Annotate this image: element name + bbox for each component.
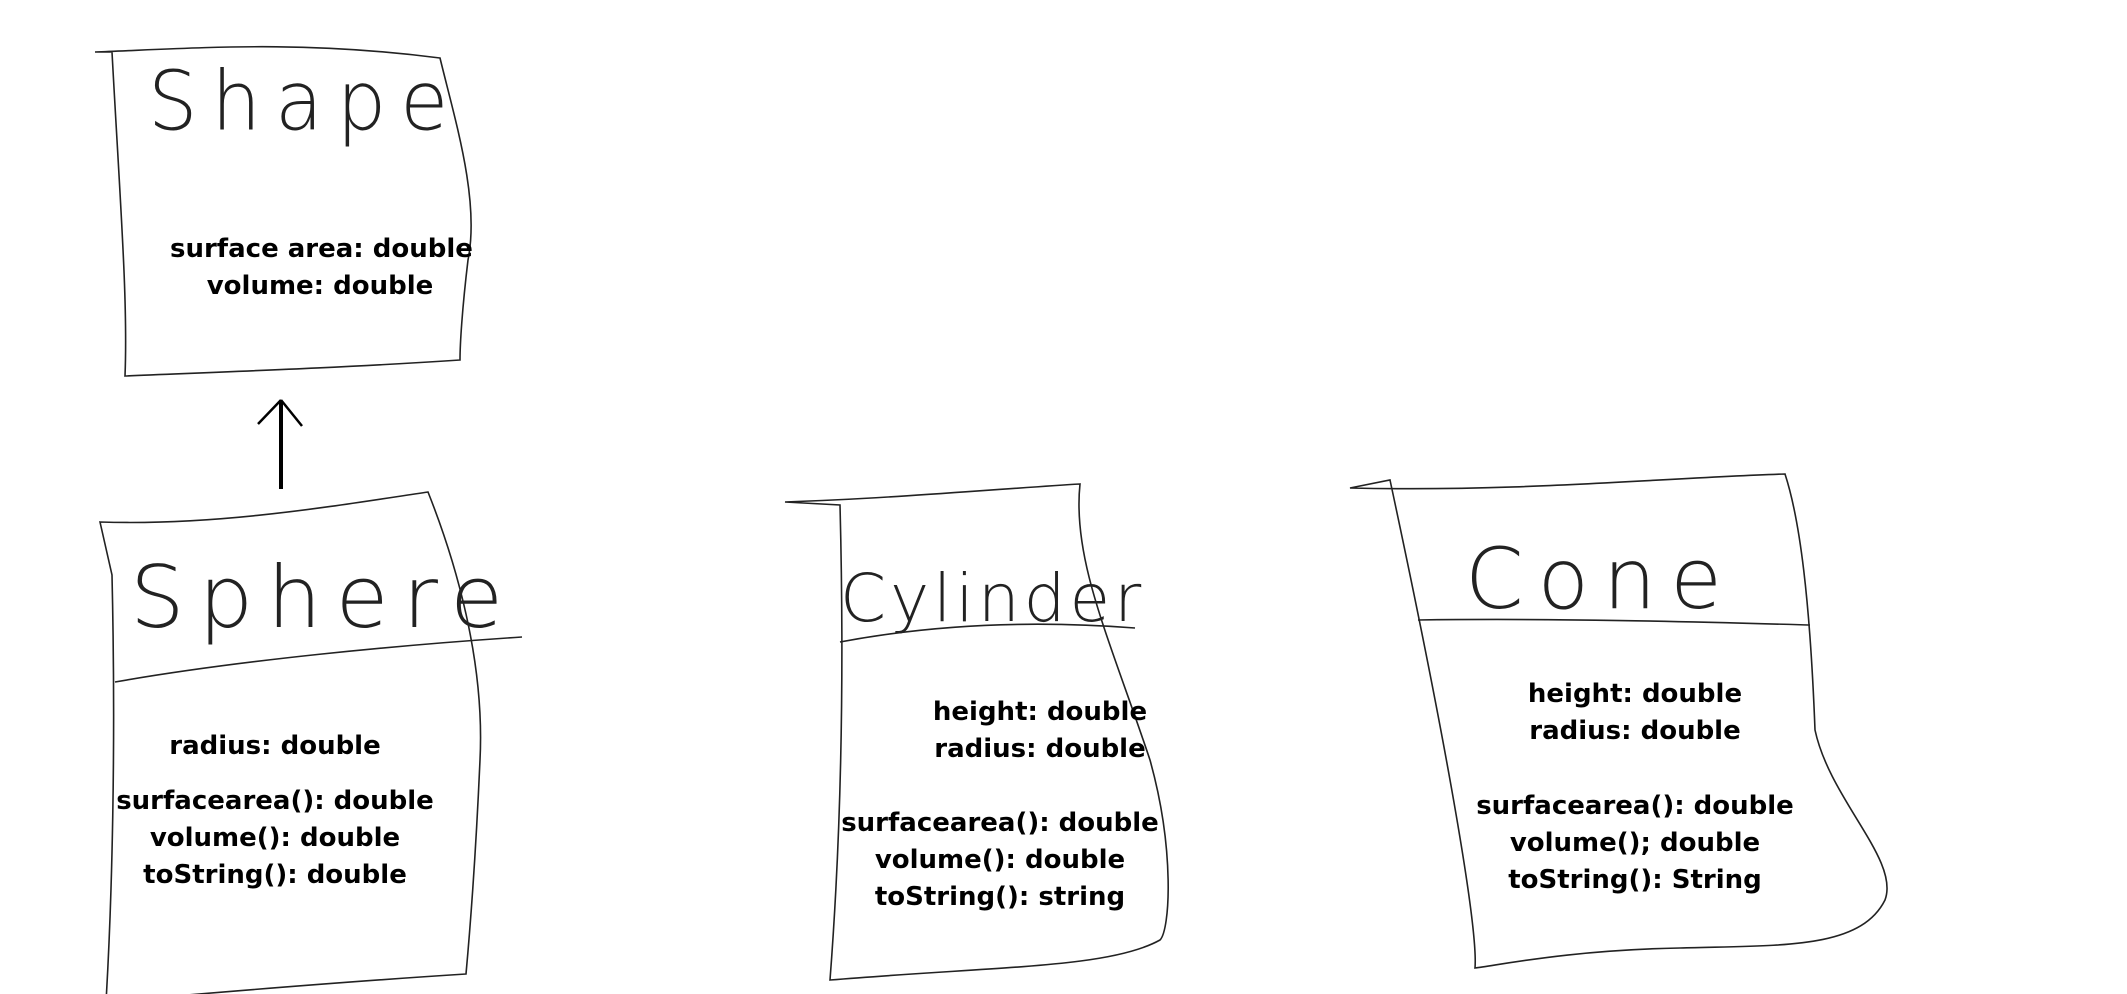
cylinder-attr-radius: radius: double (934, 734, 1146, 764)
inheritance-arrow (257, 399, 303, 489)
cylinder-method-volume: volume(): double (874, 845, 1126, 875)
cone-attr-height: height: double (1527, 679, 1743, 709)
sphere-method-tostring: toString(): double (143, 860, 407, 890)
cone-method-surfacearea: surfacearea(): double (1476, 791, 1794, 821)
sphere-method-surfacearea: surfacearea(): double (116, 786, 434, 816)
class-name-cone: Cone (1465, 530, 1736, 628)
shape-attr-volume: volume: double (206, 271, 434, 301)
class-name-shape: Shape (148, 55, 463, 150)
class-name-cylinder: Cylinder (840, 560, 1146, 637)
cylinder-attr-height: height: double (932, 697, 1148, 727)
cone-method-tostring: toString(): String (1508, 865, 1762, 895)
cone-method-volume: volume(); double (1509, 828, 1761, 858)
sphere-attr-radius: radius: double (169, 731, 381, 761)
sphere-method-volume: volume(): double (149, 823, 401, 853)
cylinder-method-surfacearea: surfacearea(): double (841, 808, 1159, 838)
cylinder-method-tostring: toString(): string (874, 882, 1126, 912)
cone-attr-radius: radius: double (1529, 716, 1741, 746)
shape-attr-surface-area: surface area: double (170, 234, 473, 264)
class-name-sphere: Sphere (130, 548, 517, 648)
